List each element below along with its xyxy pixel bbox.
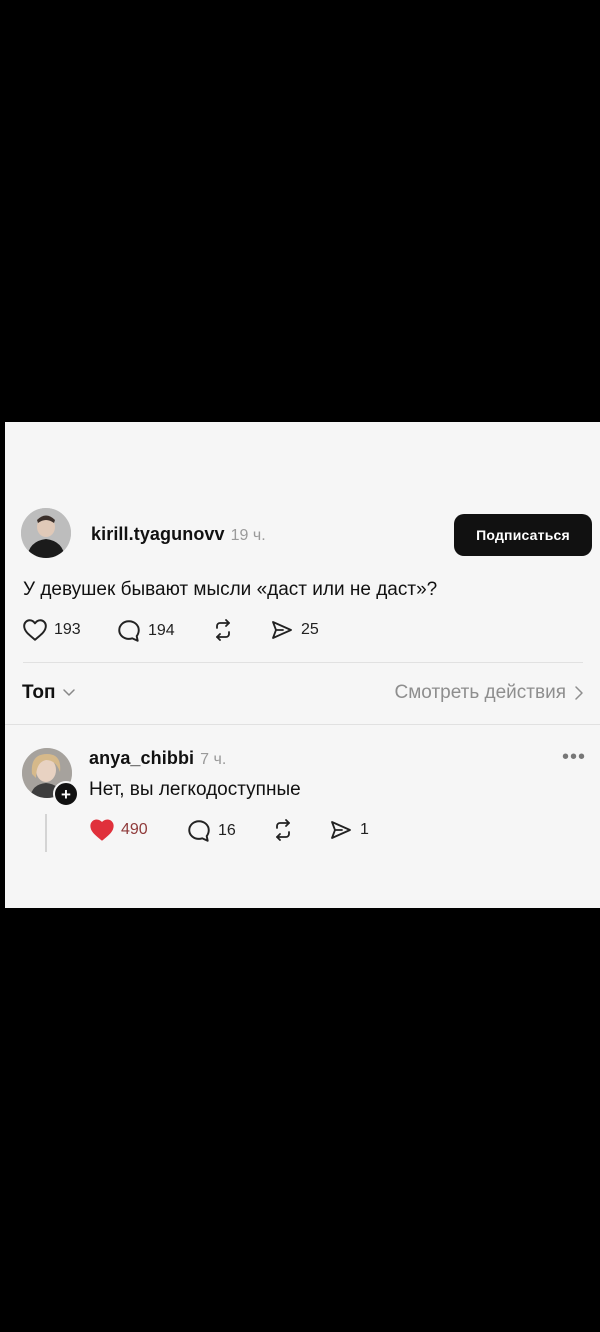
post-repost-button[interactable]: [210, 618, 236, 642]
thread-panel: kirill.tyagunovv 19 ч. Подписаться У дев…: [5, 422, 600, 908]
post-username[interactable]: kirill.tyagunovv: [91, 524, 225, 545]
sort-label: Топ: [22, 682, 56, 703]
reply-comment-count: 16: [218, 822, 236, 839]
chevron-right-icon: [575, 686, 583, 700]
post-author-line: kirill.tyagunovv 19 ч.: [91, 524, 266, 545]
reply-like-count: 490: [121, 821, 148, 838]
repost-icon: [216, 619, 230, 641]
view-activity-link[interactable]: Смотреть действия: [395, 682, 584, 704]
post-like-count: 193: [54, 621, 81, 638]
follow-plus-button[interactable]: +: [53, 781, 79, 807]
reply-text: Нет, вы легкодоступные: [89, 779, 301, 800]
post-text: У девушек бывают мысли «даст или не даст…: [23, 579, 438, 600]
view-activity-label: Смотреть действия: [394, 682, 566, 703]
reply-time: 7 ч.: [200, 751, 227, 768]
post-like-button[interactable]: 193: [22, 618, 81, 642]
post-comment-count: 194: [148, 622, 175, 639]
post-share-button[interactable]: 25: [269, 618, 319, 642]
heart-filled-icon: [90, 819, 114, 841]
divider-bottom: [5, 724, 600, 725]
reply-username[interactable]: anya_chibbi: [89, 748, 194, 769]
author-avatar[interactable]: [21, 508, 71, 558]
heart-icon: [23, 619, 47, 641]
comment-icon: [188, 820, 210, 842]
more-options-icon[interactable]: •••: [562, 746, 586, 769]
reply-share-button[interactable]: 1: [328, 818, 369, 842]
post-comment-button[interactable]: 194: [116, 618, 175, 644]
reply-repost-button[interactable]: [270, 818, 296, 842]
comment-icon: [118, 620, 140, 642]
reply-comment-button[interactable]: 16: [186, 818, 236, 844]
divider-top: [23, 662, 583, 663]
chevron-down-icon: [62, 689, 75, 696]
subscribe-button[interactable]: Подписаться: [454, 514, 592, 556]
reply-share-count: 1: [360, 821, 369, 838]
post-share-count: 25: [301, 621, 319, 638]
send-icon: [272, 621, 292, 639]
sort-dropdown[interactable]: Топ: [22, 682, 76, 704]
post-time: 19 ч.: [230, 527, 266, 544]
thread-line: [45, 814, 47, 852]
reply-like-button[interactable]: 490: [89, 818, 148, 842]
repost-icon: [276, 819, 290, 841]
send-icon: [331, 821, 351, 839]
reply-author-line: anya_chibbi 7 ч.: [89, 748, 226, 769]
